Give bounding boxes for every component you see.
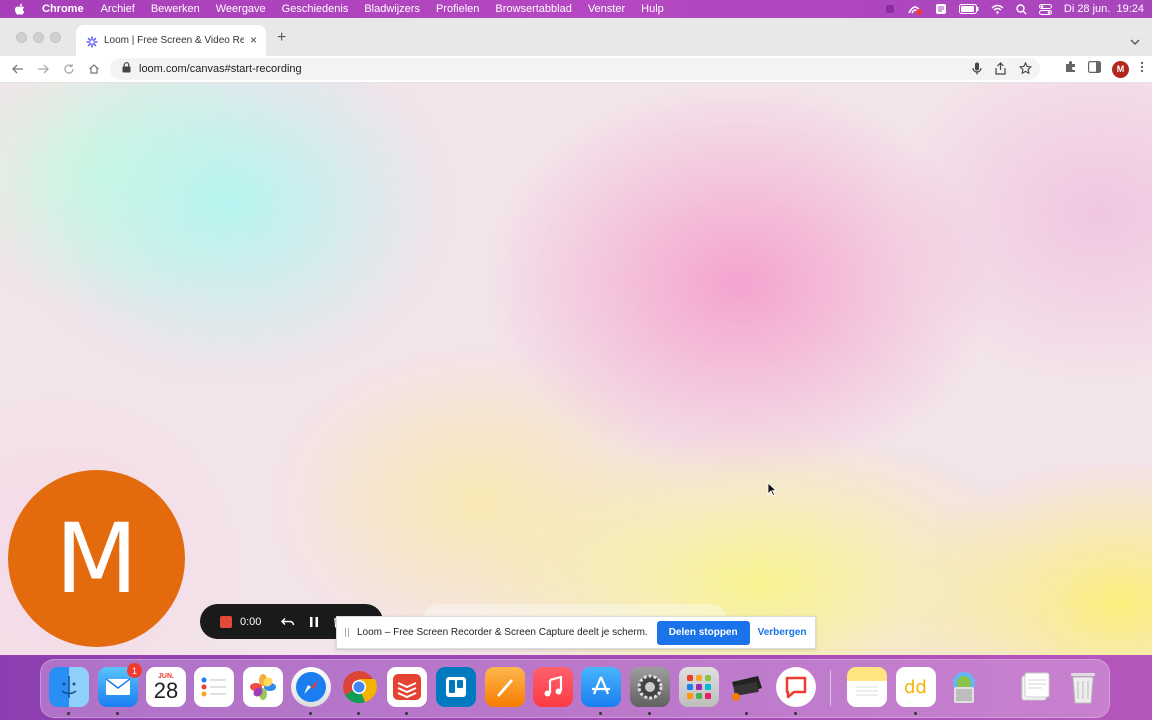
minimize-window-button[interactable] (33, 32, 44, 43)
dd-app-icon[interactable]: dd (896, 667, 936, 707)
system-preferences-icon[interactable] (630, 667, 670, 707)
menu-archief[interactable]: Archief (101, 3, 135, 15)
photos-icon[interactable] (243, 667, 283, 707)
dock-separator (830, 670, 831, 706)
app-store-running-indicator (599, 712, 602, 715)
chrome-running-indicator (357, 712, 360, 715)
menu-app-name[interactable]: Chrome (42, 3, 84, 15)
camera-app-running-indicator (745, 712, 748, 715)
trello-icon[interactable] (436, 667, 476, 707)
camera-app-icon[interactable] (727, 667, 767, 707)
menu-profielen[interactable]: Profielen (436, 3, 479, 15)
omnibox-actions (972, 61, 1033, 80)
chrome-icon[interactable] (339, 667, 379, 707)
profile-avatar[interactable]: M (1112, 60, 1129, 78)
menu-bar-clock[interactable]: Di 28 jun. 19:24 (1064, 3, 1144, 15)
chrome-menu-icon[interactable] (1140, 60, 1144, 78)
reload-button[interactable] (62, 62, 76, 76)
documents-stack-icon[interactable] (1015, 667, 1055, 707)
macos-dock: 1 JUN. 28 dd (40, 659, 1110, 718)
sharing-message: Loom – Free Screen Recorder & Screen Cap… (357, 627, 648, 638)
window-controls (16, 32, 61, 43)
spotlight-search-icon[interactable] (1016, 3, 1027, 15)
microphone-icon[interactable] (972, 62, 982, 80)
url-text[interactable]: loom.com/canvas#start-recording (139, 63, 302, 75)
screen-sharing-notification: Loom – Free Screen Recorder & Screen Cap… (336, 616, 816, 649)
close-window-button[interactable] (16, 32, 27, 43)
menu-browsertabblad[interactable]: Browsertabblad (495, 3, 571, 15)
control-center-icon[interactable] (1038, 3, 1052, 15)
extensions-puzzle-icon[interactable] (1064, 60, 1077, 78)
tab-title: Loom | Free Screen & Video Re (104, 35, 244, 46)
toolbar-right-icons: M (1064, 60, 1144, 78)
forward-button[interactable] (36, 62, 50, 76)
menu-hulp[interactable]: Hulp (641, 3, 664, 15)
zoom-window-button[interactable] (50, 32, 61, 43)
recording-status-icon[interactable] (885, 4, 895, 14)
notes-menu-icon[interactable] (935, 3, 947, 15)
hide-button[interactable]: Verbergen (758, 627, 807, 638)
calendar-day-label: 28 (153, 677, 179, 703)
loom-favicon-icon (86, 35, 98, 47)
tab-search-chevron-icon[interactable] (1130, 32, 1140, 50)
home-button[interactable] (87, 62, 101, 76)
music-icon[interactable] (533, 667, 573, 707)
finder-running-indicator (67, 712, 70, 715)
pause-icon[interactable] (309, 616, 319, 628)
mail-running-indicator (116, 712, 119, 715)
macos-menu-bar: Chrome Archief Bewerken Weergave Geschie… (0, 0, 1152, 18)
bookmark-star-icon[interactable] (1018, 61, 1033, 80)
menu-weergave[interactable]: Weergave (216, 3, 266, 15)
safari-running-indicator (309, 712, 312, 715)
launchpad-icon[interactable] (679, 667, 719, 707)
safari-icon[interactable] (291, 667, 331, 707)
recording-timer: 0:00 (240, 615, 262, 628)
battery-icon[interactable] (958, 4, 979, 14)
camera-bubble[interactable]: M (8, 470, 185, 647)
mouse-cursor-icon (767, 482, 778, 501)
todoist-running-indicator (405, 712, 408, 715)
lock-icon[interactable] (122, 60, 131, 78)
app-store-icon[interactable] (581, 667, 621, 707)
todoist-icon[interactable] (387, 667, 427, 707)
mail-unread-badge: 1 (127, 663, 142, 678)
stop-sharing-button[interactable]: Delen stoppen (656, 620, 750, 645)
chrome-tab-strip: Loom | Free Screen & Video Re × + (0, 18, 1152, 56)
stop-recording-button[interactable] (220, 615, 232, 628)
address-bar[interactable]: loom.com/canvas#start-recording (110, 58, 1040, 80)
svg-text:dd: dd (904, 677, 927, 697)
menu-bewerken[interactable]: Bewerken (151, 3, 200, 15)
loom-menu-icon[interactable] (907, 3, 923, 16)
loom-app-icon[interactable] (776, 667, 816, 707)
wifi-icon[interactable] (991, 4, 1004, 14)
new-tab-button[interactable]: + (277, 30, 286, 46)
pages-icon[interactable] (485, 667, 525, 707)
menu-geschiedenis[interactable]: Geschiedenis (282, 3, 349, 15)
dd-app-running-indicator (914, 712, 917, 715)
trash-icon[interactable] (1063, 667, 1103, 707)
reminders-icon[interactable] (194, 667, 234, 707)
system-preferences-running-indicator (648, 712, 651, 715)
tab-loom[interactable]: Loom | Free Screen & Video Re × (76, 25, 266, 56)
loom-app-running-indicator (794, 712, 797, 715)
menu-venster[interactable]: Venster (588, 3, 625, 15)
notes-icon[interactable] (847, 667, 887, 707)
page-canvas: M 0:00 Loom – Free Screen Recorder & Scr… (0, 83, 1152, 655)
menu-bladwijzers[interactable]: Bladwijzers (364, 3, 420, 15)
menu-bar-status-area: Di 28 jun. 19:24 (885, 0, 1144, 18)
restart-icon[interactable] (281, 617, 295, 627)
chrome-toolbar: loom.com/canvas#start-recording M (0, 56, 1152, 83)
back-button[interactable] (11, 62, 25, 76)
drag-handle-icon[interactable] (345, 628, 349, 637)
apple-icon[interactable] (14, 3, 28, 16)
side-panel-icon[interactable] (1088, 60, 1102, 78)
calendar-icon[interactable]: JUN. 28 (146, 667, 186, 707)
tab-close-icon[interactable]: × (250, 34, 257, 46)
downloads-folder-icon[interactable] (944, 667, 984, 707)
finder-icon[interactable] (49, 667, 89, 707)
mail-icon[interactable]: 1 (98, 663, 142, 707)
desktop-background-strip: 1 JUN. 28 dd (0, 655, 1152, 720)
share-icon[interactable] (995, 62, 1006, 80)
